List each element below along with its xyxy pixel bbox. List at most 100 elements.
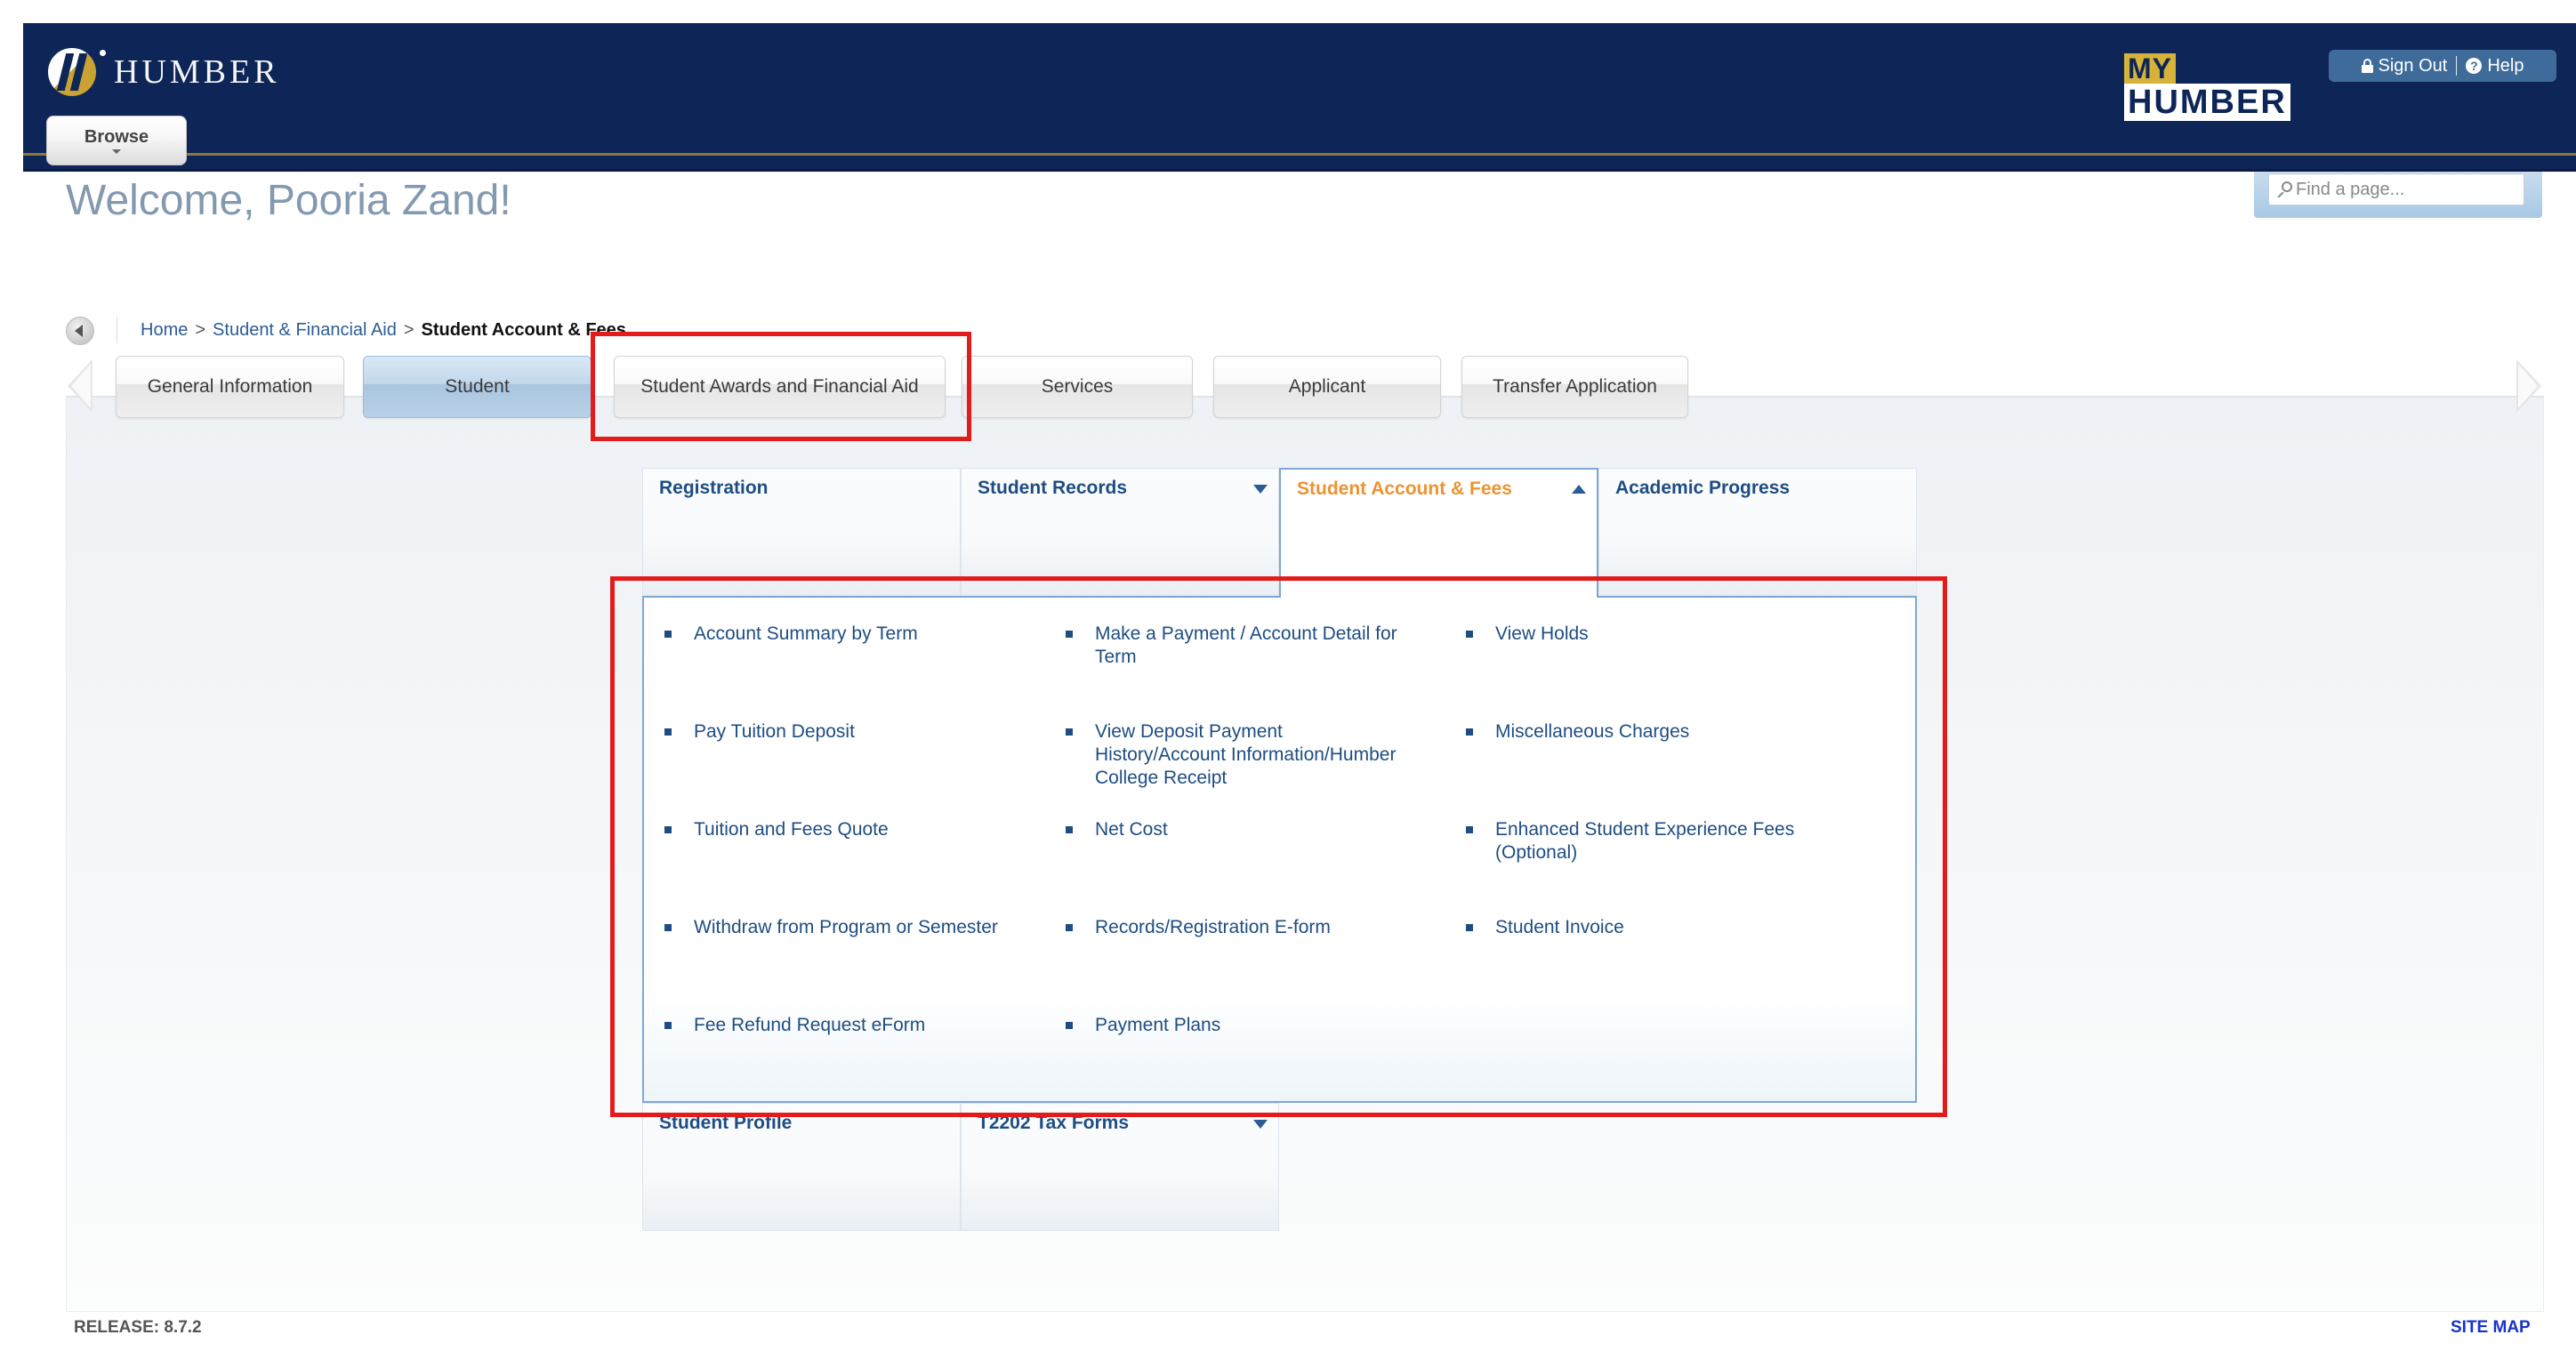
welcome-message: Welcome, Pooria Zand!	[66, 177, 511, 224]
header-gold-divider	[23, 153, 2576, 156]
menu-student-account-fees[interactable]: Student Account & Fees	[1279, 468, 1598, 598]
link-account-summary-by-term[interactable]: Account Summary by Term	[664, 623, 1002, 646]
bullet-icon	[1066, 924, 1073, 931]
tabs-scroll-right-icon[interactable]	[2516, 359, 2541, 413]
link-pay-tuition-deposit[interactable]: Pay Tuition Deposit	[664, 720, 1002, 744]
caret-down-icon[interactable]	[1253, 1120, 1268, 1129]
link-label: Pay Tuition Deposit	[694, 721, 855, 742]
bullet-icon	[1066, 728, 1073, 736]
tab-services[interactable]: Services	[962, 356, 1193, 418]
tab-student[interactable]: Student	[363, 356, 592, 418]
bullet-icon	[664, 631, 672, 638]
link-withdraw-program-semester[interactable]: Withdraw from Program or Semester	[664, 916, 1038, 939]
back-arrow-icon	[75, 325, 83, 337]
link-label: Student Invoice	[1495, 917, 1624, 937]
myhumber-logo-humber: HUMBER	[2124, 84, 2290, 121]
site-map-link[interactable]: SITE MAP	[2451, 1318, 2531, 1338]
link-label: Records/Registration E-form	[1095, 917, 1331, 937]
bullet-icon	[1066, 1022, 1073, 1029]
bullet-icon	[1466, 631, 1473, 638]
sign-out-label: Sign Out	[2378, 55, 2448, 76]
browse-label: Browse	[84, 127, 149, 147]
help-label: Help	[2487, 55, 2524, 76]
sign-out-link[interactable]: Sign Out	[2361, 55, 2448, 76]
breadcrumb-student-financial-aid[interactable]: Student & Financial Aid	[213, 320, 397, 341]
bullet-icon	[664, 728, 672, 736]
menu-title: Student Profile	[659, 1113, 793, 1133]
link-label: Tuition and Fees Quote	[694, 819, 889, 840]
search-field-box[interactable]	[2268, 173, 2524, 205]
breadcrumb: Home > Student & Financial Aid > Student…	[141, 320, 626, 341]
link-make-payment[interactable]: Make a Payment / Account Detail for Term	[1066, 623, 1404, 669]
link-label: Miscellaneous Charges	[1495, 721, 1690, 742]
chevron-down-icon	[112, 149, 121, 154]
menu-t2202-tax-forms[interactable]: T2202 Tax Forms	[961, 1103, 1279, 1231]
link-label: Enhanced Student Experience Fees (Option…	[1495, 819, 1795, 863]
breadcrumb-current: Student Account & Fees	[421, 320, 626, 340]
humber-logo[interactable]: HUMBER	[48, 48, 280, 96]
link-view-holds[interactable]: View Holds	[1466, 623, 1804, 646]
link-label: View Holds	[1495, 623, 1589, 644]
myhumber-logo-my: MY	[2124, 53, 2176, 84]
bullet-icon	[1066, 826, 1073, 833]
link-label: Account Summary by Term	[694, 623, 918, 644]
breadcrumb-separator: >	[403, 320, 415, 340]
breadcrumb-home[interactable]: Home	[141, 320, 188, 341]
menu-title: T2202 Tax Forms	[978, 1113, 1130, 1133]
bullet-icon	[1466, 728, 1473, 736]
logo-text: HUMBER	[114, 53, 280, 91]
lock-icon	[2361, 59, 2373, 73]
utility-separator	[2456, 56, 2458, 76]
logo-registered-dot	[100, 50, 106, 56]
tab-applicant[interactable]: Applicant	[1213, 356, 1441, 418]
humber-logo-mark-icon	[48, 48, 96, 96]
caret-down-icon[interactable]	[1253, 485, 1268, 494]
link-label: Net Cost	[1095, 819, 1168, 840]
link-label: Withdraw from Program or Semester	[694, 917, 998, 937]
link-payment-plans[interactable]: Payment Plans	[1066, 1014, 1404, 1037]
link-label: Fee Refund Request eForm	[694, 1015, 926, 1035]
bullet-icon	[664, 924, 672, 931]
link-student-invoice[interactable]: Student Invoice	[1466, 916, 1804, 939]
student-account-fees-dropdown: Account Summary by Term Make a Payment /…	[642, 596, 1917, 1103]
help-link[interactable]: ? Help	[2466, 56, 2524, 76]
link-net-cost[interactable]: Net Cost	[1066, 818, 1404, 841]
link-miscellaneous-charges[interactable]: Miscellaneous Charges	[1466, 720, 1804, 744]
menu-student-profile[interactable]: Student Profile	[642, 1103, 961, 1231]
link-label: Make a Payment / Account Detail for Term	[1095, 623, 1397, 667]
menu-student-records[interactable]: Student Records	[961, 468, 1279, 596]
link-label: View Deposit Payment History/Account Inf…	[1095, 721, 1397, 788]
link-label: Payment Plans	[1095, 1015, 1221, 1035]
tab-student-awards-financial-aid[interactable]: Student Awards and Financial Aid	[614, 356, 946, 418]
link-fee-refund-request-eform[interactable]: Fee Refund Request eForm	[664, 1014, 1002, 1037]
tabs-scroll-left-icon[interactable]	[68, 359, 93, 413]
back-button[interactable]	[66, 317, 94, 345]
breadcrumb-separator: >	[195, 320, 206, 340]
menu-title: Student Account & Fees	[1297, 478, 1512, 499]
link-records-registration-eform[interactable]: Records/Registration E-form	[1066, 916, 1404, 939]
tab-transfer-application[interactable]: Transfer Application	[1461, 356, 1688, 418]
bullet-icon	[664, 826, 672, 833]
search-input[interactable]	[2296, 179, 2509, 200]
menu-title: Academic Progress	[1615, 478, 1791, 498]
bullet-icon	[1066, 631, 1073, 638]
bullet-icon	[664, 1022, 672, 1029]
caret-up-icon[interactable]	[1572, 485, 1586, 494]
bullet-icon	[1466, 924, 1473, 931]
find-page-search	[2254, 172, 2542, 218]
release-version: RELEASE: 8.7.2	[74, 1318, 202, 1337]
link-enhanced-student-experience-fees[interactable]: Enhanced Student Experience Fees (Option…	[1466, 818, 1804, 864]
menu-title: Registration	[659, 478, 769, 498]
link-view-deposit-payment-history[interactable]: View Deposit Payment History/Account Inf…	[1066, 720, 1404, 790]
help-icon: ?	[2466, 58, 2483, 74]
search-icon	[2276, 181, 2292, 198]
myhumber-logo[interactable]: MY HUMBER	[2124, 53, 2290, 121]
menu-academic-progress[interactable]: Academic Progress	[1598, 468, 1917, 596]
menu-title: Student Records	[978, 478, 1128, 498]
tab-general-information[interactable]: General Information	[116, 356, 344, 418]
bullet-icon	[1466, 826, 1473, 833]
browse-button[interactable]: Browse	[46, 116, 187, 165]
utility-links: Sign Out ? Help	[2329, 50, 2556, 82]
menu-registration[interactable]: Registration	[642, 468, 961, 596]
link-tuition-fees-quote[interactable]: Tuition and Fees Quote	[664, 818, 1002, 841]
